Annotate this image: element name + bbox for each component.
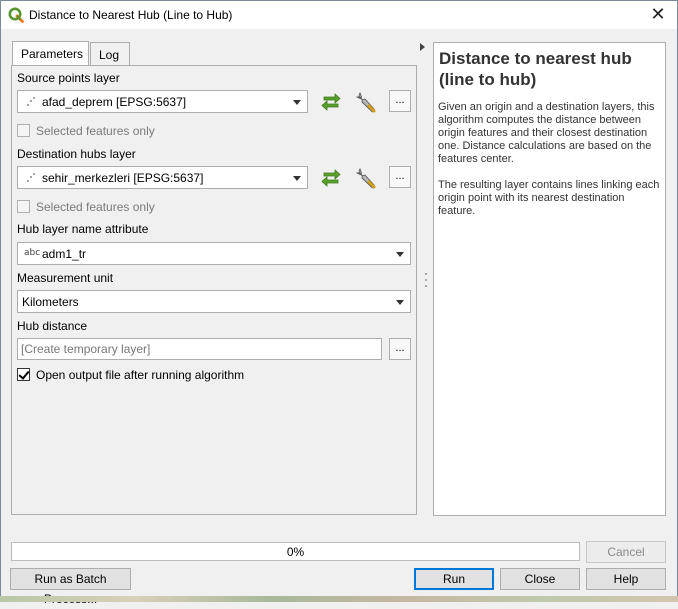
destination-layer-combo[interactable]: sehir_merkezleri [EPSG:5637]	[17, 166, 308, 189]
measurement-unit-combo[interactable]: Kilometers	[17, 290, 411, 313]
collapse-arrow-icon[interactable]	[420, 43, 425, 51]
hub-distance-output-input[interactable]: [Create temporary layer]	[17, 338, 382, 360]
source-selected-only-label: Selected features only	[36, 124, 155, 138]
wrench-icon[interactable]	[354, 166, 378, 190]
cancel-button[interactable]: Cancel	[586, 541, 666, 563]
help-paragraph-2: The resulting layer contains lines linki…	[438, 179, 660, 217]
window-title: Distance to Nearest Hub (Line to Hub)	[29, 8, 233, 22]
hub-attribute-value: adm1_tr	[42, 247, 87, 261]
string-field-icon: abc	[24, 248, 41, 258]
splitter-handle-icon[interactable]	[425, 273, 427, 287]
measurement-unit-label: Measurement unit	[17, 271, 114, 285]
chevron-down-icon	[293, 176, 301, 181]
chevron-down-icon	[396, 300, 404, 305]
title-bar: Distance to Nearest Hub (Line to Hub) ✕	[1, 1, 677, 29]
source-layer-combo[interactable]: afad_deprem [EPSG:5637]	[17, 90, 308, 113]
help-button[interactable]: Help	[586, 568, 666, 590]
measurement-unit-value: Kilometers	[22, 295, 79, 309]
close-button[interactable]: Close	[500, 568, 580, 590]
dialog-window: Distance to Nearest Hub (Line to Hub) ✕ …	[0, 0, 678, 606]
hub-distance-browse-button[interactable]: ...	[389, 338, 411, 360]
close-icon[interactable]: ✕	[647, 4, 669, 26]
help-paragraph-1: Given an origin and a destination layers…	[438, 101, 655, 165]
source-layer-label: Source points layer	[17, 71, 120, 85]
parameters-panel: Source points layer afad_deprem [EPSG:56…	[11, 65, 417, 515]
hub-distance-placeholder: [Create temporary layer]	[21, 342, 151, 356]
tab-parameters[interactable]: Parameters	[12, 41, 89, 66]
source-layer-value: afad_deprem [EPSG:5637]	[42, 95, 187, 109]
chevron-down-icon	[293, 100, 301, 105]
destination-layer-browse-button[interactable]: ...	[389, 166, 411, 188]
checkbox-box[interactable]	[17, 200, 30, 213]
destination-selected-only-label: Selected features only	[36, 200, 155, 214]
checkbox-box[interactable]	[17, 368, 30, 381]
hub-attribute-combo[interactable]: abc adm1_tr	[17, 242, 411, 265]
help-title: Distance to nearest hub (line to hub)	[439, 49, 632, 89]
tab-log[interactable]: Log	[90, 42, 130, 66]
destination-layer-label: Destination hubs layer	[17, 147, 136, 161]
checkbox-box[interactable]	[17, 124, 30, 137]
wrench-icon[interactable]	[354, 90, 378, 114]
source-layer-browse-button[interactable]: ...	[389, 90, 411, 112]
help-panel: Distance to nearest hub (line to hub) Gi…	[433, 42, 666, 516]
hub-attribute-label: Hub layer name attribute	[17, 222, 149, 236]
destination-layer-value: sehir_merkezleri [EPSG:5637]	[42, 171, 204, 185]
progress-text: 0%	[286, 545, 305, 559]
point-layer-icon	[27, 173, 35, 182]
run-button[interactable]: Run	[414, 568, 494, 590]
run-as-batch-button[interactable]: Run as Batch Process...	[10, 568, 131, 606]
iterate-green-arrows-icon[interactable]	[319, 166, 343, 190]
hub-distance-label: Hub distance	[17, 319, 88, 333]
iterate-green-arrows-icon[interactable]	[319, 90, 343, 114]
chevron-down-icon	[396, 252, 404, 257]
open-output-label: Open output file after running algorithm	[36, 368, 245, 382]
qgis-logo-icon	[8, 7, 24, 23]
progress-bar: 0%	[11, 542, 580, 561]
background-map-strip	[0, 596, 678, 602]
point-layer-icon	[27, 97, 35, 106]
